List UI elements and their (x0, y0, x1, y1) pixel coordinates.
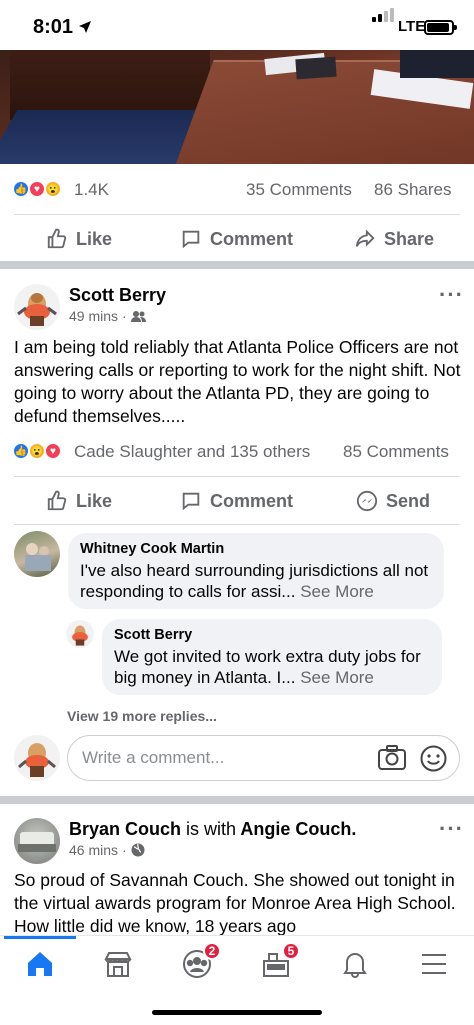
next-post-body: So proud of Savannah Couch. She showed o… (14, 870, 456, 935)
comment-text: I've also heard surrounding jurisdiction… (80, 561, 429, 601)
reply-bubble[interactable]: Scott Berry We got invited to work extra… (102, 619, 442, 695)
next-post-header: Bryan Couch is with Angie Couch. (69, 819, 356, 840)
share-button[interactable]: Share (354, 215, 434, 263)
comment-bubble[interactable]: Whitney Cook Martin I've also heard surr… (68, 533, 444, 609)
see-more-link[interactable]: See More (300, 668, 374, 687)
reply-author[interactable]: Scott Berry (114, 627, 430, 643)
comment-input[interactable] (82, 746, 362, 770)
messenger-icon (356, 490, 378, 512)
love-reaction-icon: ♥ (28, 180, 46, 198)
send-button[interactable]: Send (356, 477, 430, 525)
post-time[interactable]: 49 mins (69, 308, 118, 324)
network-label: LTE (398, 18, 426, 35)
with-text: is with (186, 819, 237, 839)
post-photo[interactable] (0, 50, 474, 164)
next-post-author-avatar[interactable] (14, 818, 60, 864)
top-post-reactions-row: 👍 ♥ 😮 1.4K 35 Comments 86 Shares (0, 170, 474, 210)
post-separator (0, 796, 474, 804)
like-button[interactable]: Like (46, 215, 112, 263)
camera-icon[interactable] (378, 745, 406, 771)
commenter-avatar[interactable] (14, 531, 60, 577)
tab-menu[interactable] (414, 944, 454, 984)
yosemite-sam-avatar-icon (72, 625, 88, 646)
comment-icon (182, 492, 200, 511)
see-more-link[interactable]: See More (300, 582, 374, 601)
next-post-author-name[interactable]: Bryan Couch (69, 819, 181, 839)
comments-count[interactable]: 35 Comments (246, 180, 352, 200)
tab-pages[interactable]: 5 (256, 942, 300, 984)
bell-icon (343, 953, 367, 978)
home-indicator (152, 1010, 322, 1015)
location-arrow-icon (79, 21, 91, 33)
like-button[interactable]: Like (46, 477, 112, 525)
like-reaction-icon: 👍 (12, 180, 30, 198)
pages-badge: 5 (282, 942, 300, 960)
top-post-action-bar: Like Comment Share (0, 215, 474, 263)
active-tab-indicator (4, 936, 76, 939)
home-icon (28, 952, 52, 976)
tab-groups[interactable]: 2 (177, 942, 221, 984)
friends-privacy-icon (130, 310, 146, 322)
post-comments-count[interactable]: 85 Comments (343, 442, 449, 462)
post-reactions-row: 👍 😮 ♥ Cade Slaughter and 135 others 85 C… (0, 432, 474, 472)
profile-photo-icon (18, 832, 56, 852)
post-action-bar: Like Comment Send (0, 477, 474, 525)
share-icon (355, 229, 375, 247)
tab-home[interactable] (20, 944, 60, 984)
post-author-name[interactable]: Scott Berry (69, 285, 166, 306)
battery-icon (424, 20, 457, 35)
marketplace-icon (104, 952, 132, 977)
wow-reaction-icon: 😮 (28, 442, 46, 460)
reply-avatar[interactable] (66, 620, 94, 648)
reaction-count[interactable]: 1.4K (74, 180, 109, 200)
my-avatar[interactable] (14, 735, 60, 781)
reply-text: We got invited to work extra duty jobs f… (114, 647, 421, 687)
emoji-icon[interactable] (420, 745, 447, 772)
post-separator (0, 261, 474, 269)
post-options-icon[interactable]: ··· (439, 816, 464, 842)
like-reaction-icon: 👍 (12, 442, 30, 460)
yosemite-sam-avatar-icon (17, 293, 57, 326)
view-more-replies-link[interactable]: View 19 more replies... (67, 708, 217, 724)
divider (14, 524, 460, 525)
groups-badge: 2 (203, 942, 221, 960)
yosemite-sam-avatar-icon (18, 743, 56, 777)
next-post-meta: 46 mins · (69, 842, 145, 858)
post-options-icon[interactable]: ··· (439, 282, 464, 308)
person-photo-icon (25, 543, 51, 571)
tab-marketplace[interactable] (98, 944, 138, 984)
menu-icon (422, 954, 446, 974)
wow-reaction-icon: 😮 (44, 180, 62, 198)
thumbs-up-icon (47, 228, 67, 249)
post-meta: 49 mins · (69, 308, 146, 324)
comment-icon (182, 230, 200, 249)
love-reaction-icon: ♥ (44, 442, 62, 460)
comment-button[interactable]: Comment (180, 215, 293, 263)
next-post-time[interactable]: 46 mins (69, 842, 118, 858)
comment-author[interactable]: Whitney Cook Martin (80, 541, 432, 557)
status-bar: 8:01 LTE (0, 0, 474, 50)
author-avatar[interactable] (14, 284, 60, 330)
tagged-person[interactable]: Angie Couch. (240, 819, 356, 839)
comment-button[interactable]: Comment (180, 477, 293, 525)
globe-icon (131, 843, 145, 857)
post-body: I am being told reliably that Atlanta Po… (14, 337, 461, 426)
write-comment-box[interactable] (67, 735, 460, 781)
thumbs-up-icon (47, 490, 67, 511)
tab-notifications[interactable] (335, 944, 375, 984)
shares-count[interactable]: 86 Shares (374, 180, 452, 200)
status-time: 8:01 (33, 16, 74, 38)
reactors-text[interactable]: Cade Slaughter and 135 others (74, 442, 310, 462)
